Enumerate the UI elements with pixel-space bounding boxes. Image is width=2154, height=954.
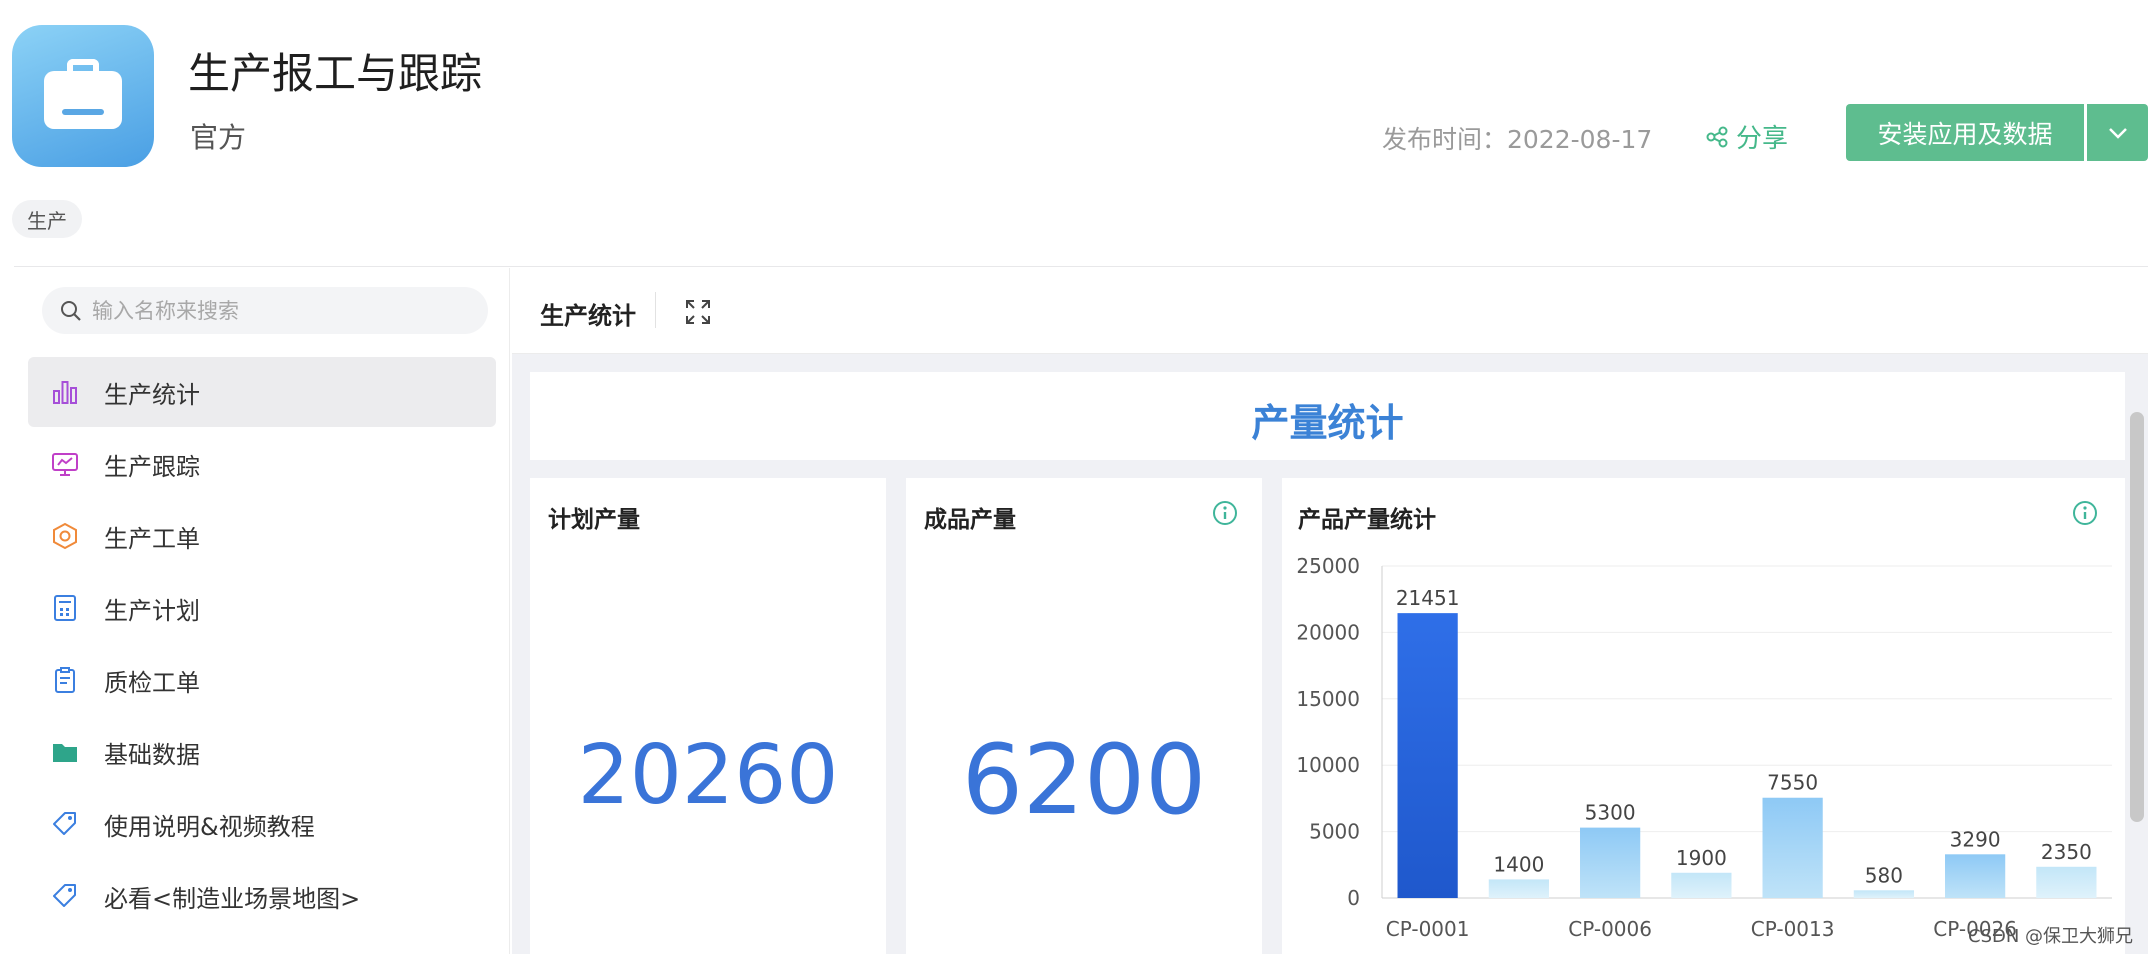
- hexagon-icon: [50, 521, 80, 551]
- sidebar-item-5[interactable]: 质检工单: [28, 645, 496, 715]
- sidebar-item-label: 生产计划: [104, 596, 200, 625]
- tag-icon: [50, 881, 80, 911]
- sidebar-item-3[interactable]: 生产工单: [28, 501, 496, 571]
- sidebar-item-2[interactable]: 生产跟踪: [28, 429, 496, 499]
- sidebar-item-label: 生产统计: [104, 380, 200, 409]
- data-label: 21451: [1396, 586, 1460, 610]
- sidebar-item-7[interactable]: 使用说明&视频教程: [28, 789, 496, 859]
- sidebar-item-label: 使用说明&视频教程: [104, 812, 315, 841]
- sidebar-item-4[interactable]: 生产计划: [28, 573, 496, 643]
- stats-header-title: 产量统计: [1251, 401, 1404, 445]
- x-tick-label: CP-0001: [1386, 917, 1470, 941]
- expand-icon[interactable]: [684, 298, 712, 326]
- sidebar-item-label: 生产工单: [104, 524, 200, 553]
- sidebar-item-6[interactable]: 基础数据: [28, 717, 496, 787]
- card-title: 计划产量: [548, 507, 640, 533]
- info-icon[interactable]: [1212, 500, 1238, 526]
- tab-bar: [512, 268, 2148, 354]
- y-tick-label: 10000: [1296, 753, 1360, 777]
- monitor-icon: [50, 449, 80, 479]
- install-dropdown-button[interactable]: [2087, 104, 2148, 161]
- calculator-icon: [50, 593, 80, 623]
- info-icon[interactable]: [2072, 500, 2098, 526]
- planned-output-value: 20260: [577, 728, 839, 823]
- finished-output-value: 6200: [961, 724, 1207, 836]
- sidebar-item-1[interactable]: 生产统计: [28, 357, 496, 427]
- bar-CP-0004: [1488, 879, 1549, 898]
- sidebar-item-label: 生产跟踪: [104, 452, 200, 481]
- sidebar-item-8[interactable]: 必看<制造业场景地图>: [28, 861, 496, 931]
- y-tick-label: 20000: [1296, 620, 1360, 644]
- product-output-bar-chart: 0 5000 10000 15000 20000 25000 21451 CP-0001 140…: [1296, 554, 2112, 941]
- tag-icon: [50, 809, 80, 839]
- sidebar-item-label: 基础数据: [104, 740, 200, 769]
- watermark: CSDN @保卫大狮兄: [1968, 926, 2134, 947]
- bar-CP-0006: [1580, 827, 1641, 898]
- data-label: 3290: [1950, 827, 2001, 851]
- data-label: 2350: [2041, 840, 2092, 864]
- tab-production-stats[interactable]: 生产统计: [540, 296, 636, 331]
- publish-date: 发布时间：2022-08-17: [1382, 125, 1653, 154]
- data-label: 5300: [1585, 801, 1636, 825]
- chevron-down-icon: [2108, 127, 2127, 139]
- app-icon: [12, 25, 154, 167]
- bar-CP-0010: [1671, 872, 1732, 898]
- bar-CP-0026: [1945, 854, 2006, 898]
- share-label: 分享: [1736, 124, 1789, 154]
- category-tag[interactable]: 生产: [12, 200, 82, 238]
- search-input[interactable]: [92, 298, 472, 323]
- folder-icon: [50, 737, 80, 767]
- x-tick-label: CP-0006: [1568, 917, 1652, 941]
- clipboard-icon: [50, 665, 80, 695]
- app-title: 生产报工与跟踪: [188, 49, 483, 98]
- chart-title: 产品产量统计: [1298, 507, 1436, 533]
- card-title: 成品产量: [924, 507, 1016, 533]
- search-box[interactable]: [42, 287, 488, 334]
- planned-output-card: 计划产量 20260: [530, 478, 886, 954]
- data-label: 1900: [1676, 846, 1727, 870]
- search-icon: [61, 300, 81, 321]
- sidebar-item-label: 必看<制造业场景地图>: [104, 884, 361, 913]
- bar-chart-icon: [50, 377, 80, 407]
- y-tick-label: 15000: [1296, 687, 1360, 711]
- install-button[interactable]: 安装应用及数据: [1846, 104, 2084, 161]
- data-label: 7550: [1767, 771, 1818, 795]
- scrollbar[interactable]: [2130, 412, 2144, 822]
- share-button[interactable]: 分享: [1706, 118, 1788, 155]
- y-tick-label: 0: [1347, 886, 1360, 910]
- finished-output-card: 成品产量 6200: [906, 478, 1262, 954]
- bar-CP-0001: [1397, 613, 1458, 898]
- y-tick-label: 25000: [1296, 554, 1360, 578]
- bar-CP-0020: [1853, 890, 1914, 898]
- bar-CP-0013: [1762, 797, 1823, 898]
- data-label: 580: [1865, 863, 1903, 887]
- divider: [14, 266, 2148, 267]
- app-subtitle: 官方: [190, 121, 247, 154]
- tab-separator: [655, 292, 656, 328]
- x-tick-label: CP-0013: [1751, 917, 1835, 941]
- y-tick-label: 5000: [1309, 820, 1360, 844]
- data-label: 1400: [1493, 852, 1544, 876]
- bar-CP-0030: [2036, 866, 2097, 898]
- sidebar-item-label: 质检工单: [104, 668, 200, 697]
- share-icon: [1706, 126, 1728, 147]
